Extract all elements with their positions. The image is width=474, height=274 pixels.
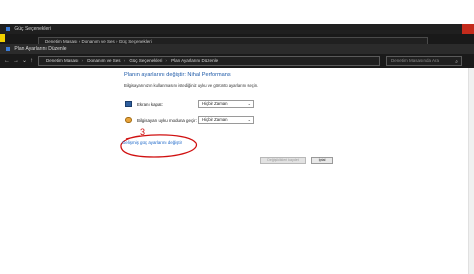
search-input[interactable]: Denetim Masasında Ara ⌕ <box>386 56 462 66</box>
content-pane <box>0 68 474 274</box>
breadcrumb-0[interactable]: Denetim Masası <box>46 58 79 63</box>
page-title: Planın ayarlarını değiştir: Nihal Perfor… <box>124 72 231 78</box>
breadcrumb-1[interactable]: Donanım ve Ses <box>87 58 120 63</box>
annotation-circle <box>120 134 197 158</box>
turn-off-display-select[interactable]: Hiçbir Zaman ⌄ <box>198 100 254 108</box>
screen: Güç Seçenekleri Denetim Masası › Donanım… <box>0 0 474 274</box>
chevron-down-icon: ⌄ <box>247 101 251 106</box>
cancel-button[interactable]: İptal <box>311 157 333 164</box>
display-icon <box>125 101 132 107</box>
save-changes-button[interactable]: Değişiklikleri kaydet <box>260 157 306 164</box>
back-window-titlebar: Güç Seçenekleri <box>0 24 474 34</box>
edit-plan-icon <box>6 46 10 51</box>
scrollbar[interactable] <box>468 68 474 274</box>
chevron-down-icon: ⌄ <box>247 117 251 122</box>
turn-off-display-label: Ekranı kapat: <box>137 102 163 107</box>
back-window-close-button[interactable] <box>462 24 474 34</box>
advanced-settings-link[interactable]: Gelişmiş güç ayarlarını değiştir <box>122 140 182 145</box>
highlight-marker <box>0 34 5 42</box>
power-options-icon <box>6 26 10 31</box>
search-icon: ⌕ <box>455 59 458 65</box>
sleep-label: Bilgisayarı uyku moduna geçir: <box>137 118 197 123</box>
front-window-title: Plan Ayarlarını Düzenle <box>14 46 67 52</box>
recent-chevron-icon[interactable]: ⌄ <box>22 56 27 66</box>
front-window-titlebar: Plan Ayarlarını Düzenle <box>0 44 474 54</box>
forward-arrow-icon[interactable]: → <box>13 56 19 66</box>
address-bar[interactable]: Denetim Masası › Donanım ve Ses › Güç Seçe… <box>38 56 380 66</box>
page-description: Bilgisayarınızın kullanmasını istediğini… <box>124 83 259 88</box>
breadcrumb-2[interactable]: Güç Seçenekleri <box>129 58 162 63</box>
sleep-select[interactable]: Hiçbir Zaman ⌄ <box>198 116 254 124</box>
back-window-title: Güç Seçenekleri <box>14 26 52 32</box>
back-arrow-icon[interactable]: ← <box>4 56 10 66</box>
up-arrow-icon[interactable]: ↑ <box>30 56 33 66</box>
moon-icon <box>125 117 132 123</box>
breadcrumb-3[interactable]: Plan Ayarlarını Düzenle <box>171 58 218 63</box>
